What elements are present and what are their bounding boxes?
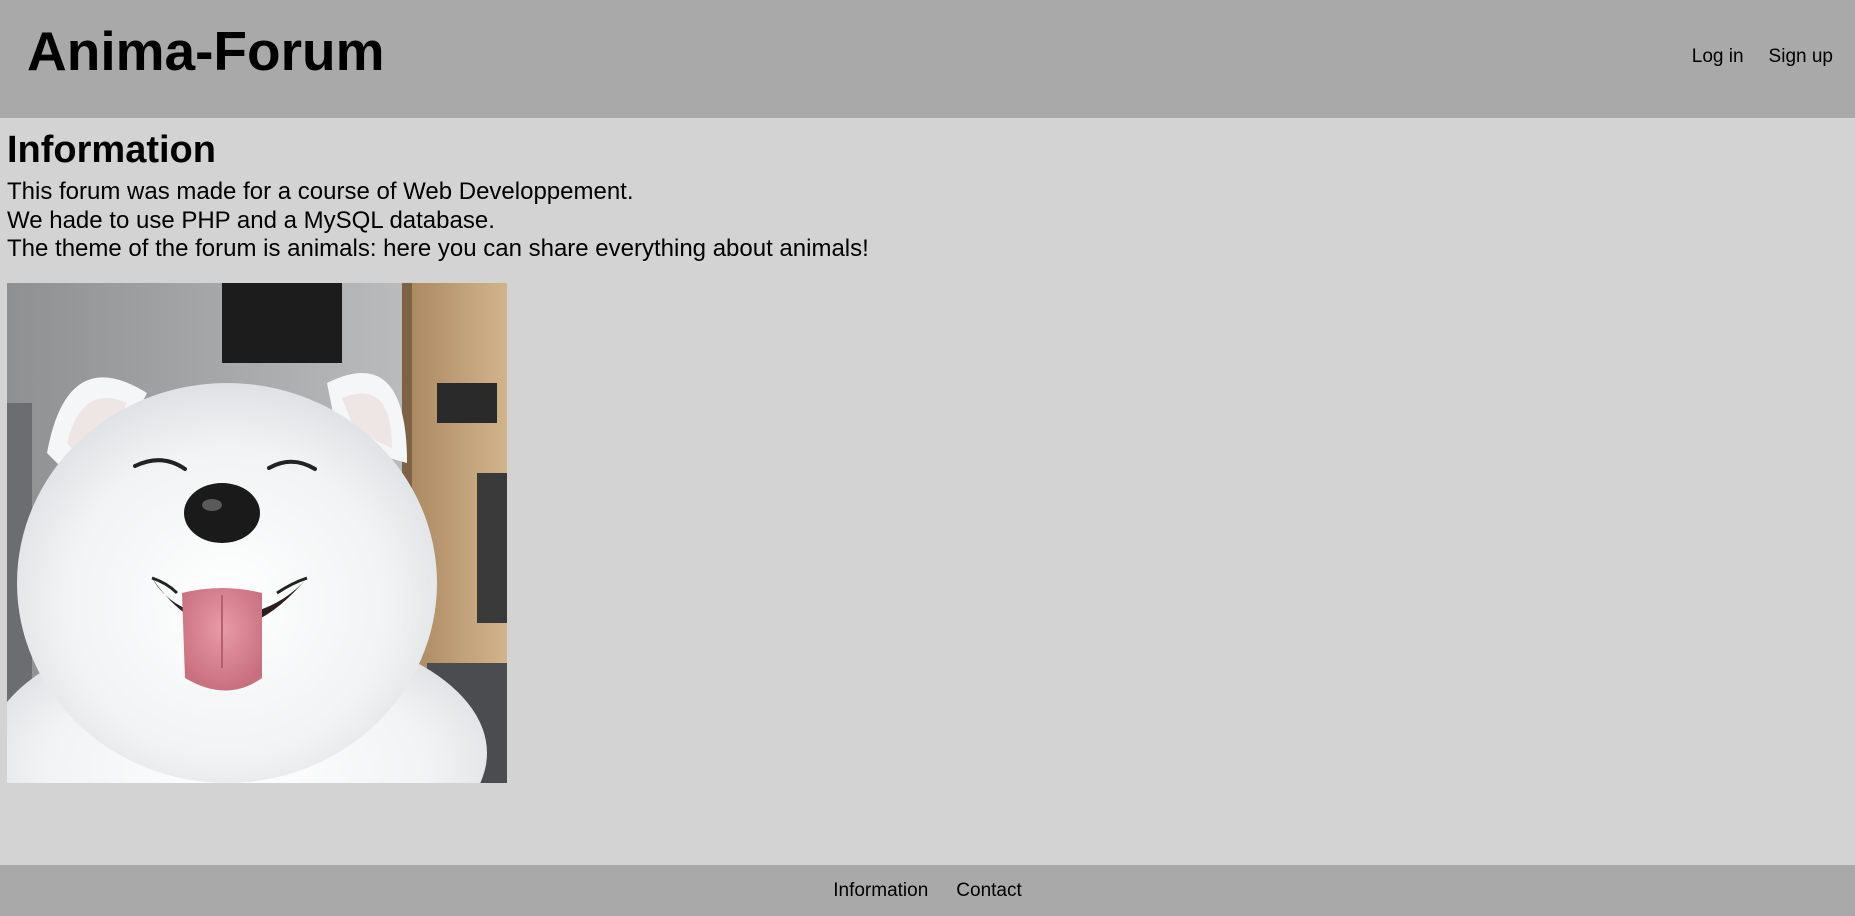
- intro-line: The theme of the forum is animals: here …: [7, 235, 869, 262]
- footer-nav: Information Contact: [0, 879, 1855, 903]
- footer-contact-link[interactable]: Contact: [956, 879, 1021, 903]
- site-header: Anima-Forum Log in Sign up: [0, 0, 1855, 118]
- intro-line: This forum was made for a course of Web …: [7, 178, 634, 205]
- dog-image: [7, 283, 507, 783]
- intro-line: We hade to use PHP and a MySQL database.: [7, 206, 495, 234]
- auth-nav: Log in Sign up: [1692, 44, 1833, 70]
- intro-text: This forum was made for a course of Web …: [7, 178, 869, 264]
- site-title: Anima-Forum: [27, 20, 385, 82]
- login-link[interactable]: Log in: [1692, 44, 1744, 70]
- site-footer: Information Contact: [0, 865, 1855, 916]
- page-title: Information: [7, 129, 216, 171]
- footer-information-link[interactable]: Information: [833, 879, 928, 903]
- signup-link[interactable]: Sign up: [1769, 44, 1833, 70]
